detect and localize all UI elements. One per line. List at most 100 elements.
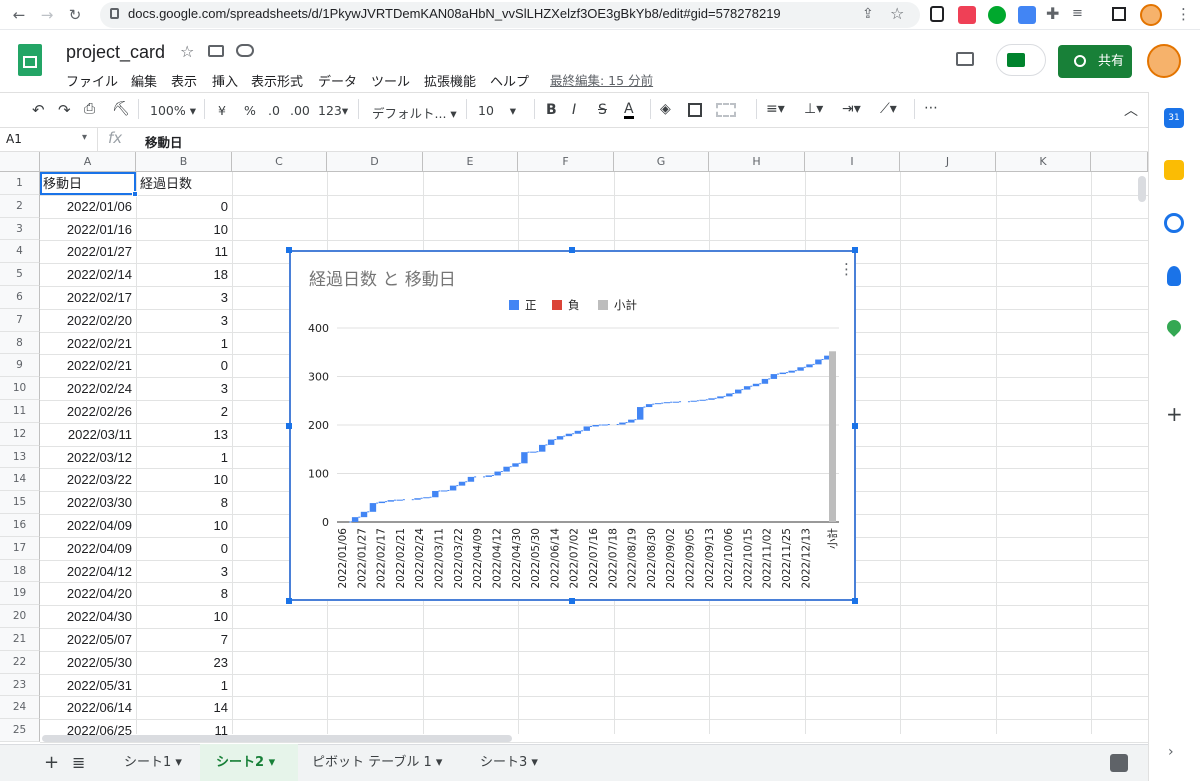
- menu-file[interactable]: ファイル: [66, 71, 118, 90]
- paint-format-icon[interactable]: ⛏: [112, 101, 130, 117]
- cell-b[interactable]: 13: [136, 423, 232, 446]
- cell-b[interactable]: 0: [136, 354, 232, 377]
- row-header[interactable]: 24: [0, 696, 40, 720]
- clipboard-extension-icon[interactable]: [930, 6, 944, 22]
- evernote-extension-icon[interactable]: [988, 6, 1006, 24]
- url-text[interactable]: docs.google.com/spreadsheets/d/1PkywJVRT…: [128, 6, 781, 21]
- italic-button[interactable]: I: [572, 102, 576, 118]
- cell-b[interactable]: 7: [136, 628, 232, 651]
- cell-b[interactable]: 8: [136, 582, 232, 605]
- horizontal-align-icon[interactable]: ≡▾: [766, 101, 785, 117]
- back-icon[interactable]: ←: [8, 4, 30, 26]
- calendar-icon[interactable]: 31: [1164, 108, 1184, 128]
- last-edit-link[interactable]: 最終編集: 15 分前: [550, 70, 653, 89]
- document-title[interactable]: project_card: [66, 42, 165, 63]
- cell-a[interactable]: 2022/02/21: [40, 332, 136, 355]
- row-header[interactable]: 17: [0, 536, 40, 560]
- cell-a[interactable]: 2022/02/14: [40, 263, 136, 286]
- vertical-scrollbar[interactable]: [1138, 176, 1146, 202]
- menu-edit[interactable]: 編集: [131, 71, 157, 90]
- cell-a[interactable]: 2022/03/30: [40, 491, 136, 514]
- cell-a[interactable]: 2022/05/31: [40, 674, 136, 697]
- menu-extensions[interactable]: 拡張機能: [424, 71, 476, 90]
- waterfall-chart[interactable]: 経過日数 と 移動日 ⋮ 正負小計 0 100 200 300 400 2022/01/06 20…: [289, 250, 856, 601]
- column-header-j[interactable]: J: [900, 152, 996, 172]
- decrease-decimal-button[interactable]: .0: [268, 103, 280, 118]
- reading-list-icon[interactable]: ≡: [1072, 6, 1083, 21]
- row-header[interactable]: 7: [0, 308, 40, 332]
- all-sheets-icon[interactable]: ≣: [72, 744, 85, 781]
- comments-icon[interactable]: [956, 52, 974, 66]
- more-options-icon[interactable]: ⋯: [924, 100, 938, 116]
- cell-b[interactable]: 1: [136, 446, 232, 469]
- cell-a[interactable]: 2022/02/24: [40, 377, 136, 400]
- chart-resize-handle[interactable]: [852, 598, 858, 604]
- row-header[interactable]: 21: [0, 628, 40, 651]
- tasks-icon[interactable]: [1164, 213, 1184, 233]
- horizontal-scrollbar[interactable]: [42, 735, 512, 742]
- share-button[interactable]: 共有: [1058, 45, 1132, 78]
- formula-input[interactable]: 移動日: [145, 132, 183, 151]
- percent-format-button[interactable]: %: [244, 103, 256, 118]
- menu-format[interactable]: 表示形式: [251, 71, 303, 90]
- cell-b[interactable]: 14: [136, 696, 232, 719]
- cell-b[interactable]: 18: [136, 263, 232, 286]
- cell-a[interactable]: 2022/04/09: [40, 514, 136, 537]
- row-header[interactable]: 3: [0, 217, 40, 241]
- row-header[interactable]: 15: [0, 491, 40, 514]
- merge-cells-icon[interactable]: [716, 103, 736, 117]
- cell-a[interactable]: 2022/06/14: [40, 696, 136, 719]
- undo-icon[interactable]: ↶: [32, 101, 45, 119]
- side-panel-icon[interactable]: [1112, 7, 1126, 21]
- chart-resize-handle[interactable]: [286, 423, 292, 429]
- fill-handle[interactable]: [132, 191, 138, 197]
- redo-icon[interactable]: ↷: [58, 101, 71, 119]
- cell-a[interactable]: 2022/01/27: [40, 240, 136, 263]
- currency-format-button[interactable]: ¥: [218, 103, 226, 118]
- column-header-e[interactable]: E: [423, 152, 518, 172]
- row-header[interactable]: 8: [0, 331, 40, 355]
- cell-b[interactable]: 2: [136, 400, 232, 423]
- bookmark-star-icon[interactable]: ☆: [890, 4, 904, 23]
- number-format-select[interactable]: 123▾: [318, 103, 348, 118]
- row-header[interactable]: 16: [0, 514, 40, 537]
- column-header-b[interactable]: B: [136, 152, 232, 172]
- cell-b[interactable]: 1: [136, 332, 232, 355]
- cell-a[interactable]: 2022/03/11: [40, 423, 136, 446]
- cell-a[interactable]: 2022/02/26: [40, 400, 136, 423]
- chart-resize-handle[interactable]: [569, 247, 575, 253]
- select-all-corner[interactable]: [0, 152, 40, 172]
- row-header[interactable]: 20: [0, 605, 40, 628]
- cell-b[interactable]: 8: [136, 491, 232, 514]
- cell-a[interactable]: 2022/01/16: [40, 218, 136, 241]
- cell-a[interactable]: 2022/04/30: [40, 605, 136, 628]
- extensions-puzzle-icon[interactable]: ✚: [1046, 4, 1059, 23]
- translate-extension-icon[interactable]: [1018, 6, 1036, 24]
- row-header[interactable]: 13: [0, 445, 40, 469]
- chart-resize-handle[interactable]: [569, 598, 575, 604]
- cell-a[interactable]: 2022/01/06: [40, 195, 136, 218]
- borders-icon[interactable]: [688, 103, 702, 117]
- column-header-partial[interactable]: [1091, 152, 1148, 172]
- reload-icon[interactable]: ↻: [64, 4, 86, 26]
- tab-sheet3[interactable]: シート3 ▾: [480, 744, 538, 781]
- cell-a[interactable]: 2022/05/07: [40, 628, 136, 651]
- profile-avatar[interactable]: [1140, 4, 1162, 26]
- pocket-extension-icon[interactable]: [958, 6, 976, 24]
- menu-data[interactable]: データ: [318, 71, 357, 90]
- cell-b[interactable]: 3: [136, 309, 232, 332]
- row-header[interactable]: 1: [0, 172, 40, 195]
- text-wrap-icon[interactable]: ⇥▾: [842, 101, 861, 117]
- cell-a[interactable]: 2022/04/09: [40, 537, 136, 560]
- cell-b[interactable]: 23: [136, 651, 232, 674]
- tab-pivot-table[interactable]: ピボット テーブル 1 ▾: [312, 744, 442, 781]
- sheets-logo-icon[interactable]: [18, 44, 42, 76]
- column-header-c[interactable]: C: [232, 152, 327, 172]
- row-header[interactable]: 19: [0, 582, 40, 606]
- column-header-d[interactable]: D: [327, 152, 423, 172]
- cell-a[interactable]: 2022/02/21: [40, 354, 136, 377]
- cell-b[interactable]: 11: [136, 240, 232, 263]
- strikethrough-button[interactable]: S: [598, 102, 607, 118]
- row-header[interactable]: 14: [0, 468, 40, 492]
- text-color-button[interactable]: A: [624, 101, 634, 119]
